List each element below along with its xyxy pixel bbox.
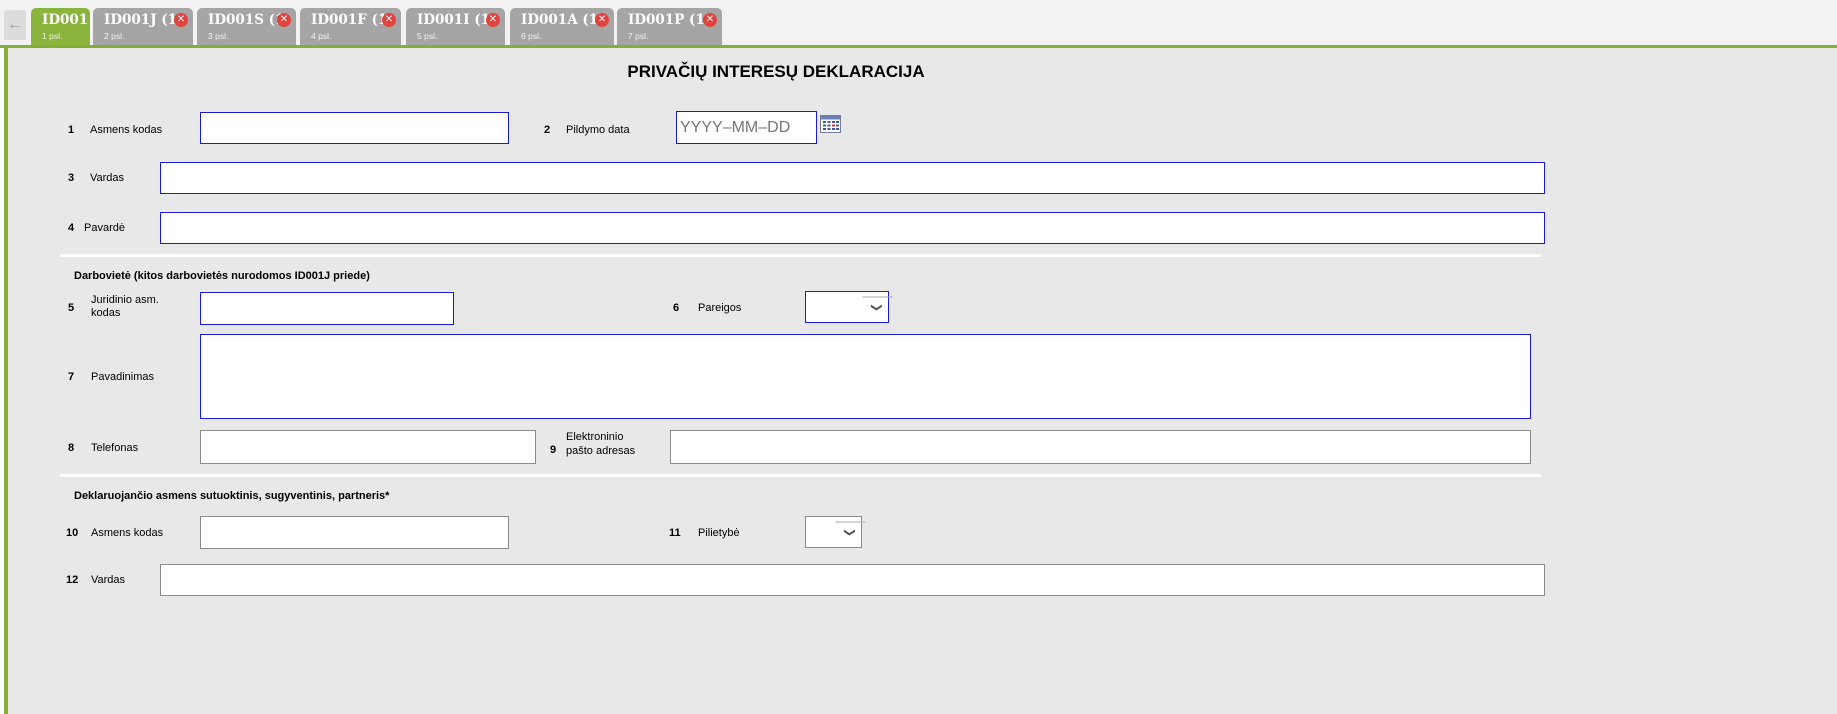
fill-date-input[interactable] — [676, 111, 817, 144]
tab-page: 5 psl. — [417, 31, 438, 41]
section-spouse-title: Deklaruojančio asmens sutuoktinis, sugyv… — [74, 490, 390, 502]
tab-id001[interactable]: ID001 1 psl. — [31, 8, 90, 46]
tab-id001a[interactable]: ID001A (1) 6 psl. ✕ — [510, 8, 614, 46]
tab-page: 2 psl. — [104, 31, 125, 41]
field-10-label: Asmens kodas — [91, 527, 164, 539]
legal-entity-code-input[interactable] — [200, 292, 454, 325]
field-3-number: 3 — [68, 172, 75, 184]
field-3-label: Vardas — [90, 172, 125, 184]
close-icon[interactable]: ✕ — [595, 13, 609, 27]
field-9-number: 9 — [550, 444, 557, 456]
section-divider — [60, 474, 1541, 477]
tab-page: 1 psl. — [42, 31, 63, 41]
tab-id001j[interactable]: ID001J (1) 2 psl. ✕ — [93, 8, 193, 46]
field-12-number: 12 — [66, 574, 79, 586]
field-11-number: 11 — [669, 527, 681, 539]
section-workplace-title: Darbovietė (kitos darbovietės nurodomos … — [74, 270, 370, 282]
chevron-down-icon[interactable]: ❯ — [835, 521, 866, 543]
tab-page: 3 psl. — [208, 31, 229, 41]
field-5-label-line1: Juridinio asm. — [91, 294, 159, 306]
field-6-label: Pareigos — [698, 302, 742, 314]
field-9-label-line2: pašto adresas — [566, 445, 636, 457]
last-name-input[interactable] — [160, 212, 1545, 244]
field-8-label: Telefonas — [91, 442, 139, 454]
tab-page: 7 psl. — [628, 31, 649, 41]
field-7-label: Pavadinimas — [91, 371, 154, 383]
field-5-label-line2: kodas — [91, 307, 121, 319]
field-4-number: 4 — [68, 222, 75, 234]
field-2-number: 2 — [544, 124, 551, 136]
field-12-label: Vardas — [91, 574, 126, 586]
tab-page: 6 psl. — [521, 31, 542, 41]
tab-id001f[interactable]: ID001F (1) 4 psl. ✕ — [300, 8, 401, 46]
field-11-label: Pilietybė — [698, 527, 740, 539]
field-7-number: 7 — [68, 371, 75, 383]
close-icon[interactable]: ✕ — [703, 13, 717, 27]
calendar-icon[interactable] — [820, 115, 841, 133]
tab-title: ID001 — [42, 12, 89, 28]
back-arrow-icon[interactable]: ← — [4, 10, 26, 40]
field-6-number: 6 — [673, 302, 680, 314]
page-title: PRIVAČIŲ INTERESŲ DEKLARACIJA — [627, 62, 925, 81]
field-9-label-line1: Elektroninio — [566, 431, 624, 443]
close-icon[interactable]: ✕ — [382, 13, 396, 27]
field-5-number: 5 — [68, 302, 75, 314]
tab-bar: ← ID001 1 psl. ID001J (1) 2 psl. ✕ ID001… — [0, 0, 1837, 46]
email-input[interactable] — [670, 430, 1531, 464]
first-name-input[interactable] — [160, 162, 1545, 194]
close-icon[interactable]: ✕ — [174, 13, 188, 27]
tab-id001s[interactable]: ID001S (1) 3 psl. ✕ — [197, 8, 296, 46]
field-2-label: Pildymo data — [566, 124, 630, 136]
field-10-number: 10 — [66, 527, 79, 539]
close-icon[interactable]: ✕ — [486, 13, 500, 27]
personal-code-input[interactable] — [200, 112, 509, 144]
spouse-first-name-input[interactable] — [160, 564, 1545, 596]
tab-id001i[interactable]: ID001I (1) 5 psl. ✕ — [406, 8, 505, 46]
tab-page: 4 psl. — [311, 31, 332, 41]
citizenship-select[interactable]: ❯ — [805, 516, 866, 548]
tab-id001p[interactable]: ID001P (1) 7 psl. ✕ — [617, 8, 722, 46]
spouse-personal-code-input[interactable] — [200, 516, 509, 549]
position-select[interactable]: ❯ — [805, 291, 893, 323]
left-accent-bar — [4, 45, 8, 714]
section-divider — [60, 254, 1541, 257]
chevron-down-icon[interactable]: ❯ — [862, 296, 893, 318]
organization-name-textarea[interactable] — [200, 334, 1531, 419]
field-8-number: 8 — [68, 442, 75, 454]
field-1-label: Asmens kodas — [90, 124, 163, 136]
phone-input[interactable] — [200, 430, 536, 464]
field-4-label: Pavardė — [84, 222, 125, 234]
field-1-number: 1 — [68, 124, 75, 136]
close-icon[interactable]: ✕ — [277, 13, 291, 27]
